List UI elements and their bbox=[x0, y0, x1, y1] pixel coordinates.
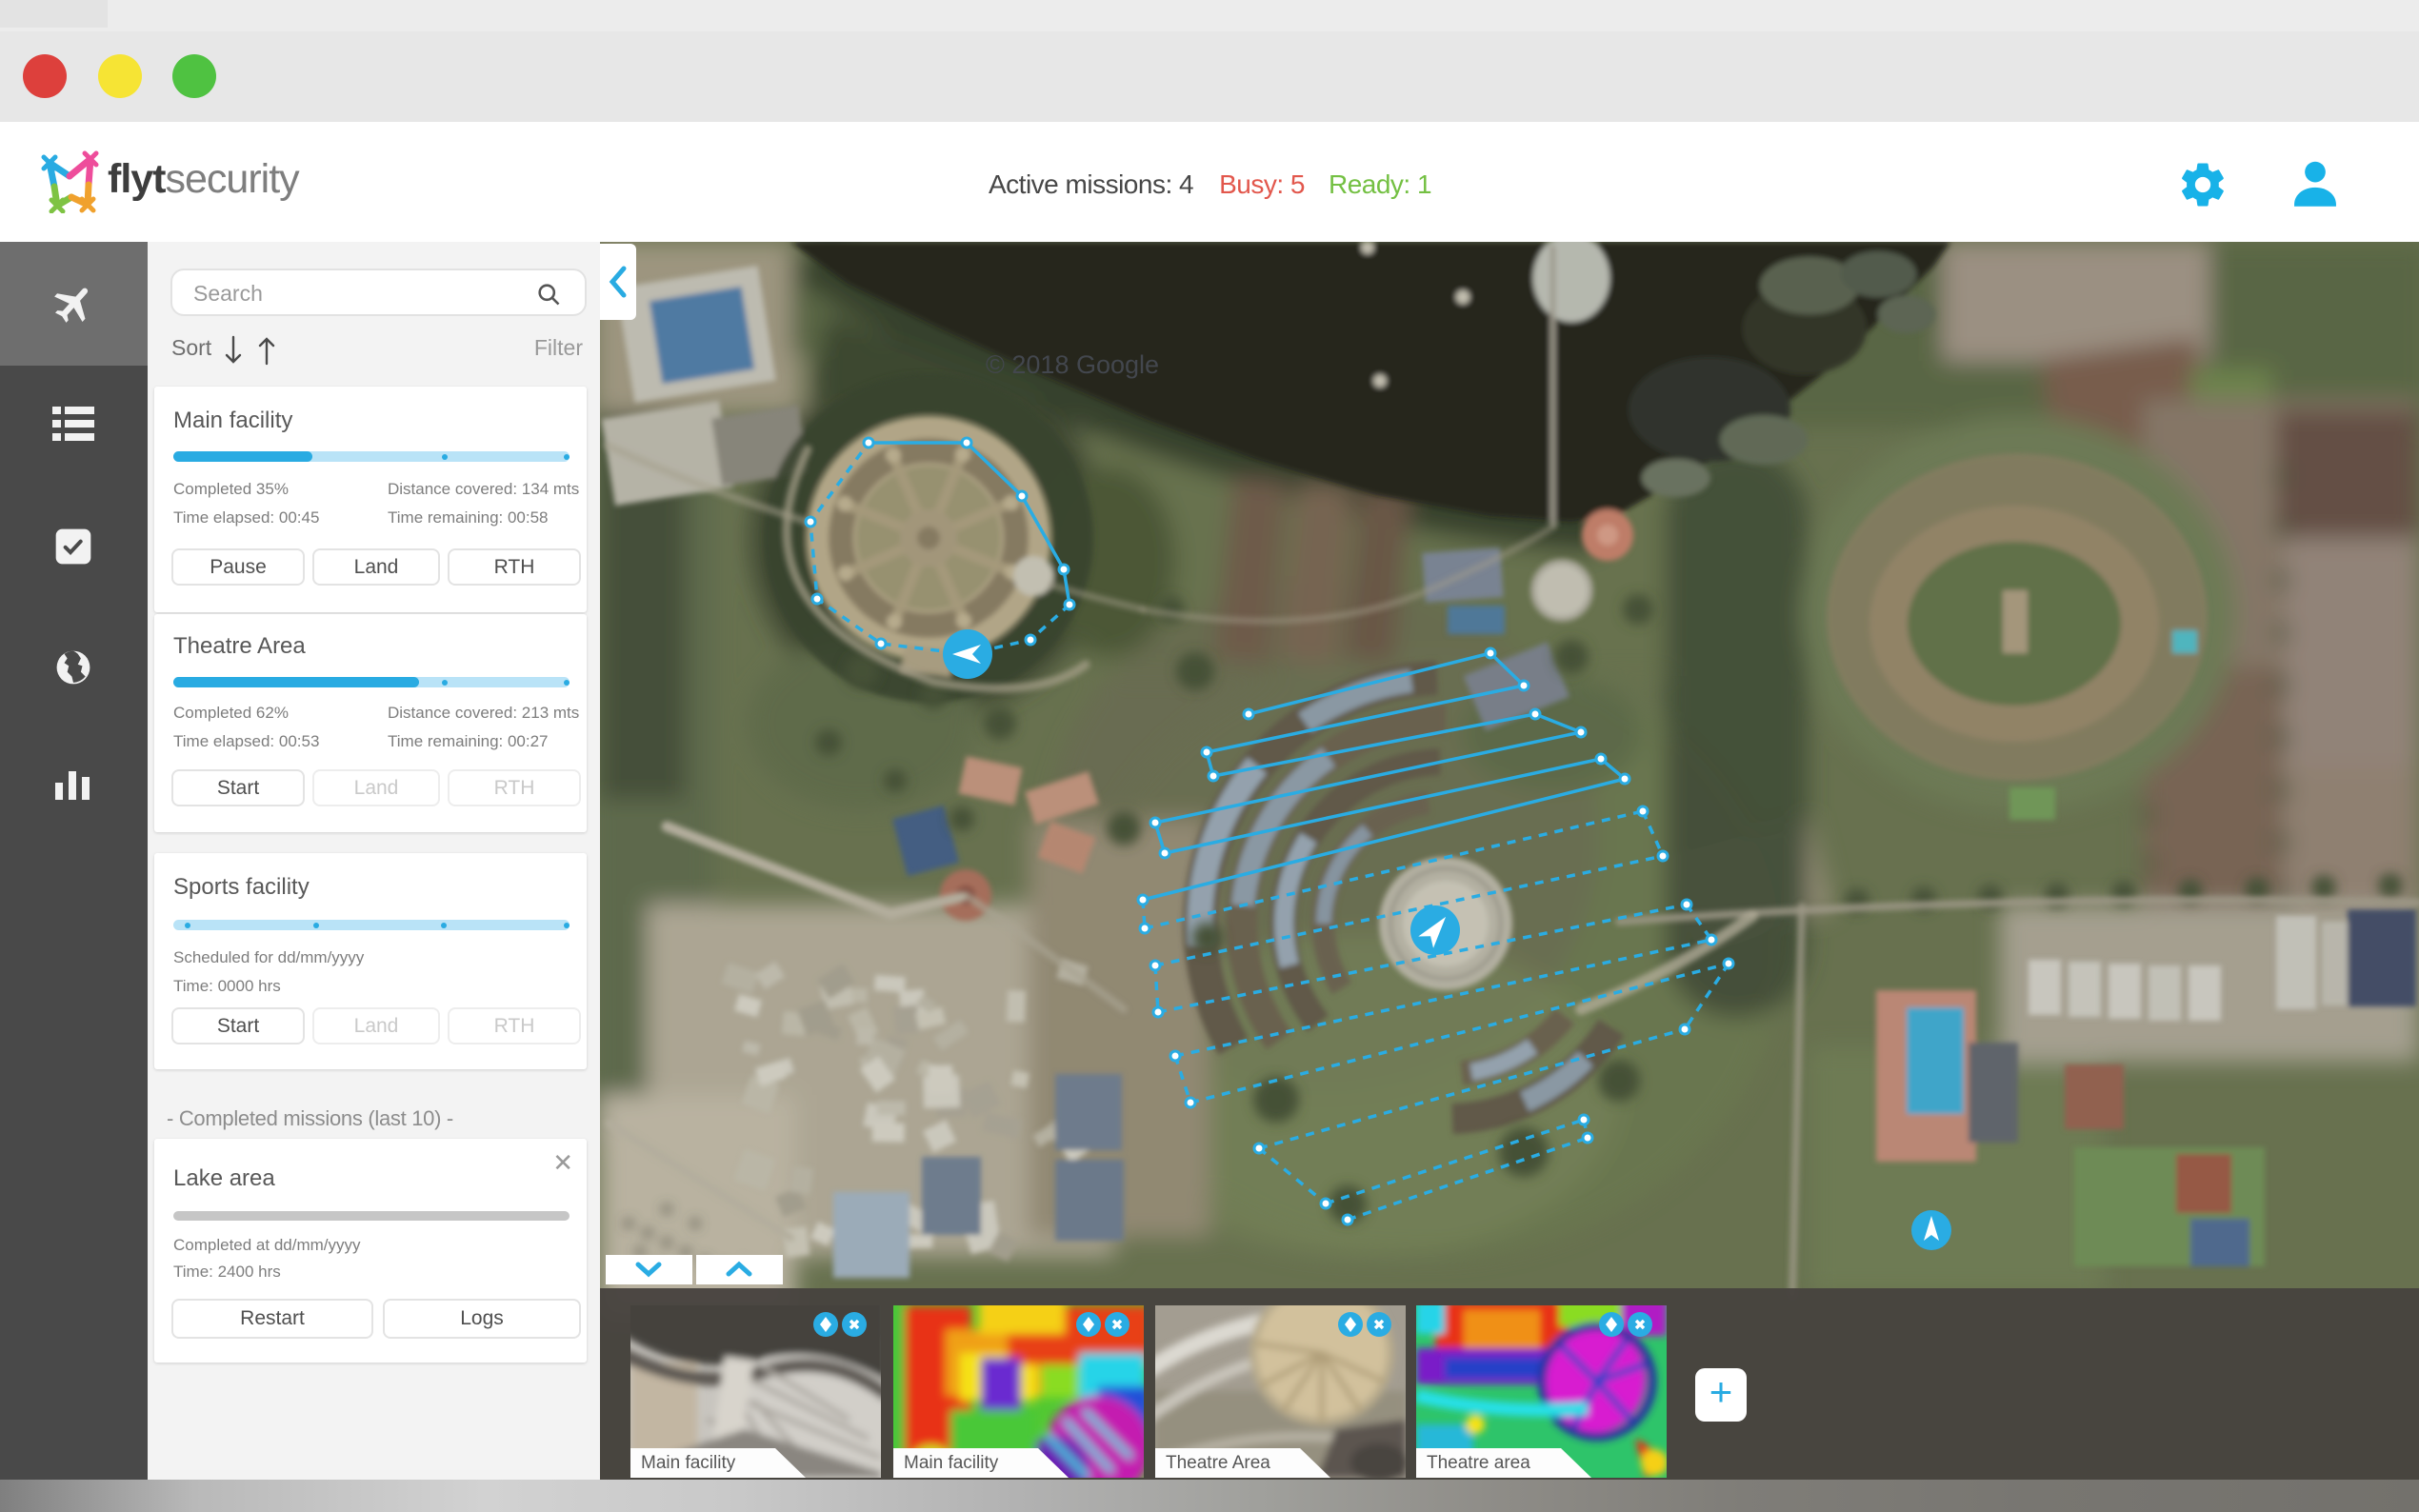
svg-text:© 2018 Google: © 2018 Google bbox=[986, 350, 1159, 379]
